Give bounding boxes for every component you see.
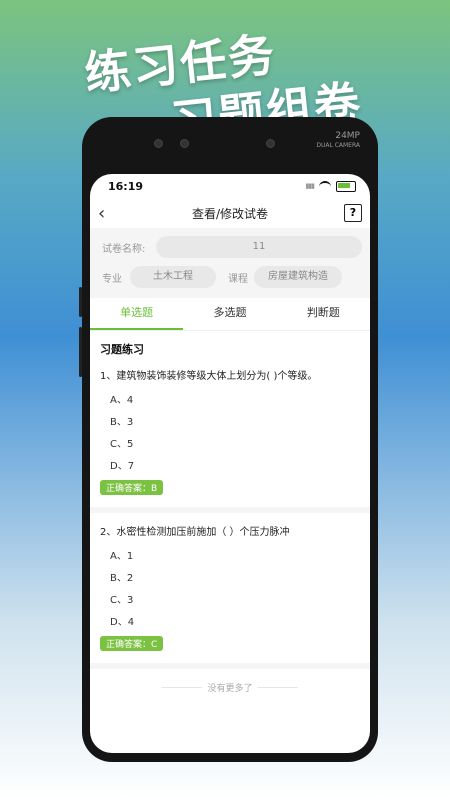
course-label: 课程 xyxy=(228,273,248,285)
camera-dot-icon xyxy=(266,139,275,148)
signal-icon: ▮▮▮ xyxy=(305,182,315,190)
status-bar: 16:19 ▮▮▮ xyxy=(90,174,370,198)
option-item: D、4 xyxy=(110,617,135,628)
tab-single-choice[interactable]: 单选题 xyxy=(90,298,184,330)
phone-side-button xyxy=(79,327,82,377)
major-label: 专业 xyxy=(102,273,122,285)
battery-icon xyxy=(336,180,356,192)
option-item: C、5 xyxy=(110,439,134,450)
phone-frame: 24MP DUAL CAMERA 16:19 ▮▮▮ ‹ 查看/修改试卷 ? 试… xyxy=(79,117,378,762)
paper-info-form: 试卷名称: 11 专业 土木工程 课程 房屋建筑构造 xyxy=(90,228,370,298)
page-title: 查看/修改试卷 xyxy=(191,206,269,221)
no-more-footer: 没有更多了 xyxy=(90,681,370,694)
question-text: 2、水密性检测加压前施加（ ）个压力脉冲 xyxy=(100,527,290,538)
camera-label-dual: DUAL CAMERA xyxy=(316,142,360,149)
question-text: 1、建筑物装饰装修等级大体上划分为( )个等级。 xyxy=(100,371,318,382)
back-arrow-icon[interactable]: ‹ xyxy=(98,203,116,224)
question-item[interactable]: 1、建筑物装饰装修等级大体上划分为( )个等级。 A、4 B、3 C、5 D、7… xyxy=(90,363,370,513)
paper-name-row: 试卷名称: 11 xyxy=(98,232,362,262)
status-icons: ▮▮▮ xyxy=(305,180,356,192)
nav-bar: ‹ 查看/修改试卷 ? xyxy=(90,198,370,228)
camera-dot-icon xyxy=(180,139,189,148)
option-item: C、3 xyxy=(110,595,134,606)
course-select[interactable]: 房屋建筑构造 xyxy=(254,266,342,288)
paper-name-input[interactable]: 11 xyxy=(156,236,362,258)
option-item: B、2 xyxy=(110,573,134,584)
question-item[interactable]: 2、水密性检测加压前施加（ ）个压力脉冲 A、1 B、2 C、3 D、4 正确答… xyxy=(90,513,370,669)
tab-multiple-choice[interactable]: 多选题 xyxy=(183,298,276,330)
camera-dot-icon xyxy=(154,139,163,148)
option-item: B、3 xyxy=(110,417,134,428)
section-title: 习题练习 xyxy=(100,343,144,356)
paper-name-label: 试卷名称: xyxy=(102,243,146,255)
phone-side-button xyxy=(79,287,82,317)
status-time: 16:19 xyxy=(108,179,144,193)
phone-screen: 16:19 ▮▮▮ ‹ 查看/修改试卷 ? 试卷名称: 11 专业 土木工程 课… xyxy=(90,174,370,753)
camera-label-mp: 24MP xyxy=(335,131,360,141)
major-select[interactable]: 土木工程 xyxy=(130,266,216,288)
question-type-tabs: 单选题 多选题 判断题 xyxy=(90,298,370,331)
correct-answer-badge: 正确答案：B xyxy=(100,480,164,495)
phone-top-bezel: 24MP DUAL CAMERA xyxy=(82,117,378,169)
help-icon[interactable]: ? xyxy=(343,204,362,222)
camera-label: 24MP DUAL CAMERA xyxy=(316,132,360,150)
wifi-icon xyxy=(319,181,331,191)
tab-true-false[interactable]: 判断题 xyxy=(277,298,370,330)
option-item: D、7 xyxy=(110,461,135,472)
major-course-row: 专业 土木工程 课程 房屋建筑构造 xyxy=(98,262,362,292)
option-item: A、1 xyxy=(110,551,134,562)
option-item: A、4 xyxy=(110,395,134,406)
correct-answer-badge: 正确答案：C xyxy=(100,636,164,651)
